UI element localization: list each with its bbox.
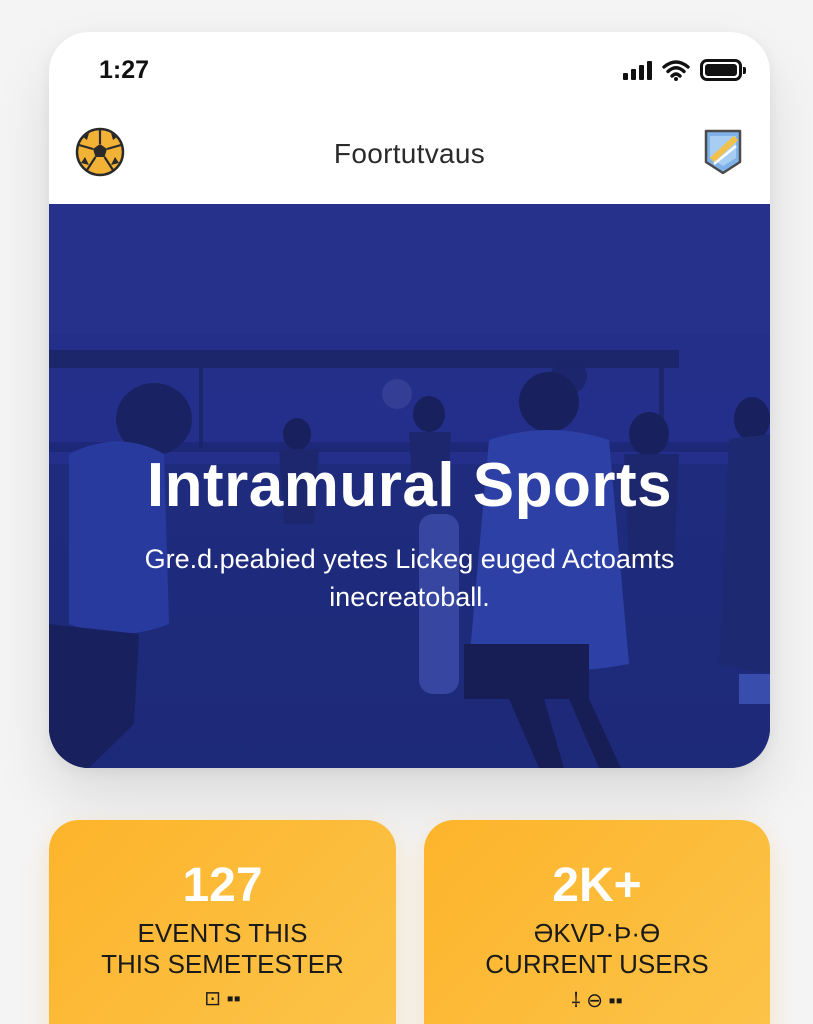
events-label-line-2: THIS SEMETESTER xyxy=(101,949,344,979)
events-footer-glyphs: ⊡ ▪▪ xyxy=(204,988,241,1010)
hero-subtitle: Gre.d.peabied yetes Lickeg euged Actoamt… xyxy=(69,540,750,616)
users-footer-glyphs: ⸸ ⊖ ▪▪ xyxy=(571,990,623,1012)
status-icons xyxy=(623,58,746,82)
users-stat-card[interactable]: 2K+ ƏKVP·Þ·Ɵ CURRENT USERS ⸸ ⊖ ▪▪ xyxy=(424,820,770,1024)
battery-icon xyxy=(700,59,746,81)
hero-subtitle-line-1: Gre.d.peabied yetes Lickeg euged Actoamt… xyxy=(144,544,675,574)
status-time: 1:27 xyxy=(99,56,150,84)
events-label-line-1: EVENTS THIS xyxy=(137,918,308,948)
hero-banner: Intramural Sports Gre.d.peabied yetes Li… xyxy=(49,204,770,768)
users-label: ƏKVP·Þ·Ɵ CURRENT USERS xyxy=(434,918,760,980)
badge-icon[interactable] xyxy=(702,128,744,176)
hero-subtitle-line-2: inecreatoball. xyxy=(329,582,490,612)
events-stat-card[interactable]: 127 EVENTS THIS THIS SEMETESTER ⊡ ▪▪ xyxy=(49,820,396,1024)
users-count: 2K+ xyxy=(552,859,642,912)
events-label: EVENTS THIS THIS SEMETESTER xyxy=(59,918,386,980)
phone-frame: 1:27 Foortutvaus Intramural Sports Gre.d… xyxy=(49,32,770,768)
app-bar: Foortutvaus xyxy=(49,120,770,210)
cellular-signal-icon xyxy=(623,60,652,80)
hero-title: Intramural Sports xyxy=(146,451,673,520)
app-title: Foortutvaus xyxy=(333,138,486,169)
page: 1:27 Foortutvaus Intramural Sports Gre.d… xyxy=(0,0,813,1024)
battery-level-fill xyxy=(705,64,737,76)
status-bar: 1:27 xyxy=(49,32,770,104)
users-label-line-1: ƏKVP·Þ·Ɵ xyxy=(533,918,661,948)
wifi-icon xyxy=(662,60,690,81)
users-label-line-2: CURRENT USERS xyxy=(485,949,709,979)
events-count: 127 xyxy=(182,859,263,912)
